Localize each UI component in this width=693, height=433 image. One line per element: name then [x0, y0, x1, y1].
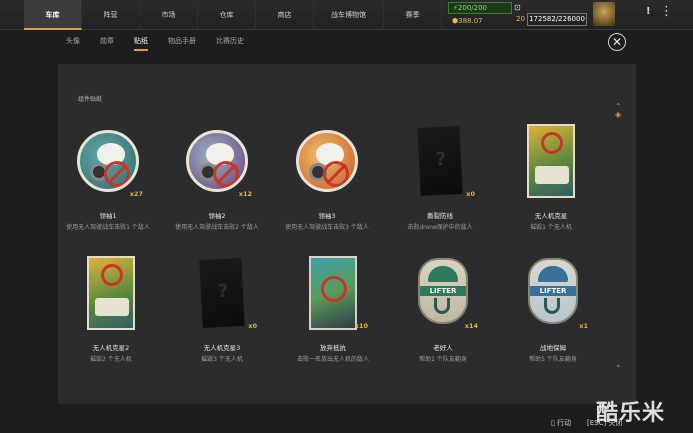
- sticker-image: [76, 252, 146, 334]
- sticker-quantity: x0: [248, 322, 257, 330]
- coin-counter: ⬢388.07: [452, 17, 483, 25]
- tab-medals[interactable]: 勋章: [100, 36, 114, 51]
- sticker-desc: 摧毁3 个无人机: [201, 356, 243, 363]
- watermark: 酷乐米: [596, 401, 666, 426]
- sticker-name: 老好人: [433, 344, 453, 352]
- sticker-card[interactable]: ? x0 无人机克星3 摧毁3 个无人机: [167, 252, 277, 363]
- tab-match-history[interactable]: 比赛历史: [216, 36, 244, 51]
- section-title: 组件贴纸: [78, 96, 103, 103]
- scroll-down-icon[interactable]: ⌄: [615, 360, 622, 369]
- sticker-name: 无人机克星: [534, 212, 568, 220]
- sticker-card[interactable]: x27 领袖1 使用无人驾驶战车击败1 个敌人: [53, 120, 163, 231]
- action-label: 行动: [557, 419, 572, 427]
- lifter-label: LIFTER: [420, 286, 466, 296]
- sticker-quantity: x12: [238, 190, 252, 198]
- sticker-desc: 使用无人驾驶战车击败1 个敌人: [66, 224, 150, 231]
- sticker-desc: 使用无人驾驶战车击败2 个敌人: [175, 224, 259, 231]
- sticker-desc: 帮助5 个队友翻身: [529, 356, 577, 363]
- tab-shop[interactable]: 商店: [256, 0, 314, 30]
- scroll-position-icon[interactable]: ◈: [615, 110, 621, 119]
- coin-value: 388.07: [458, 17, 483, 25]
- sticker-quantity: x1: [579, 322, 588, 330]
- top-navigation-bar: 车库 阵营 市场 仓库 商店 战车博物馆 赛季 ⚡200/200 ⬢388.07…: [0, 0, 693, 30]
- sticker-quantity: x10: [354, 322, 368, 330]
- action-hint[interactable]: ▯ 行动: [551, 418, 571, 428]
- lifter-label: LIFTER: [530, 286, 576, 296]
- tab-stickers[interactable]: 贴纸: [134, 36, 148, 51]
- sticker-desc: 帮助1 个队友翻身: [419, 356, 467, 363]
- sticker-image: LIFTER x14: [408, 252, 478, 334]
- sticker-card[interactable]: x10 放弃抵抗 击败一名放出无人机的敌人: [278, 252, 388, 363]
- tab-item-manual[interactable]: 物品手册: [168, 36, 196, 51]
- xp-counter: 172582/226000: [527, 13, 587, 26]
- alert-icon[interactable]: !: [646, 6, 651, 17]
- sticker-name: 放弃抵抗: [320, 344, 346, 352]
- tab-warehouse[interactable]: 仓库: [198, 0, 256, 30]
- tab-garage[interactable]: 车库: [24, 0, 82, 30]
- sticker-desc: 击败drone保护中的敌人: [407, 224, 473, 231]
- profile-subtabs: 头像 勋章 贴纸 物品手册 比赛历史: [66, 36, 264, 51]
- sticker-image: x12: [182, 120, 252, 202]
- sticker-card[interactable]: ? x0 撕裂防线 击败drone保护中的敌人: [385, 120, 495, 231]
- sticker-image: [516, 120, 586, 202]
- sticker-name: 领袖1: [99, 212, 117, 220]
- sticker-name: 无人机克星3: [203, 344, 241, 352]
- sticker-image: ? x0: [405, 120, 475, 202]
- tab-market[interactable]: 市场: [140, 0, 198, 30]
- sticker-name: 领袖2: [208, 212, 226, 220]
- fuel-value: 200/200: [457, 4, 488, 12]
- sticker-image: LIFTER x1: [518, 252, 588, 334]
- sticker-image: [292, 120, 362, 202]
- sticker-desc: 摧毁2 个无人机: [90, 356, 132, 363]
- sticker-card[interactable]: 无人机克星 摧毁1 个无人机: [496, 120, 606, 231]
- sticker-card[interactable]: 领袖3 使用无人驾驶战车击败3 个敌人: [272, 120, 382, 231]
- sticker-quantity: x0: [466, 190, 475, 198]
- sticker-name: 战地保姆: [540, 344, 566, 352]
- sticker-card[interactable]: LIFTER x14 老好人 帮助1 个队友翻身: [388, 252, 498, 363]
- tab-season[interactable]: 赛季: [384, 0, 442, 30]
- sticker-card[interactable]: 无人机克星2 摧毁2 个无人机: [56, 252, 166, 363]
- sticker-desc: 摧毁1 个无人机: [530, 224, 572, 231]
- sticker-name: 领袖3: [318, 212, 336, 220]
- sticker-image: x27: [73, 120, 143, 202]
- tab-faction[interactable]: 阵营: [82, 0, 140, 30]
- currency-icon: ⊡: [514, 3, 521, 12]
- tab-avatar[interactable]: 头像: [66, 36, 80, 51]
- main-tabs: 车库 阵营 市场 仓库 商店 战车博物馆 赛季: [24, 0, 442, 30]
- sticker-desc: 使用无人驾驶战车击败3 个敌人: [285, 224, 369, 231]
- sticker-desc: 击败一名放出无人机的敌人: [296, 356, 369, 363]
- sticker-card[interactable]: LIFTER x1 战地保姆 帮助5 个队友翻身: [498, 252, 608, 363]
- sticker-quantity: x14: [464, 322, 478, 330]
- sticker-image: ? x0: [187, 252, 257, 334]
- resource-count: 20: [516, 15, 525, 23]
- close-icon[interactable]: ✕: [608, 33, 626, 51]
- sticker-card[interactable]: x12 领袖2 使用无人驾驶战车击败2 个敌人: [162, 120, 272, 231]
- sticker-name: 无人机克星2: [92, 344, 130, 352]
- sticker-quantity: x27: [129, 190, 143, 198]
- sticker-image: x10: [298, 252, 368, 334]
- menu-icon[interactable]: ⋮: [660, 4, 673, 19]
- tab-museum[interactable]: 战车博物馆: [314, 0, 384, 30]
- avatar[interactable]: [593, 2, 615, 26]
- fuel-counter: ⚡200/200: [448, 2, 512, 14]
- sticker-name: 撕裂防线: [427, 212, 453, 220]
